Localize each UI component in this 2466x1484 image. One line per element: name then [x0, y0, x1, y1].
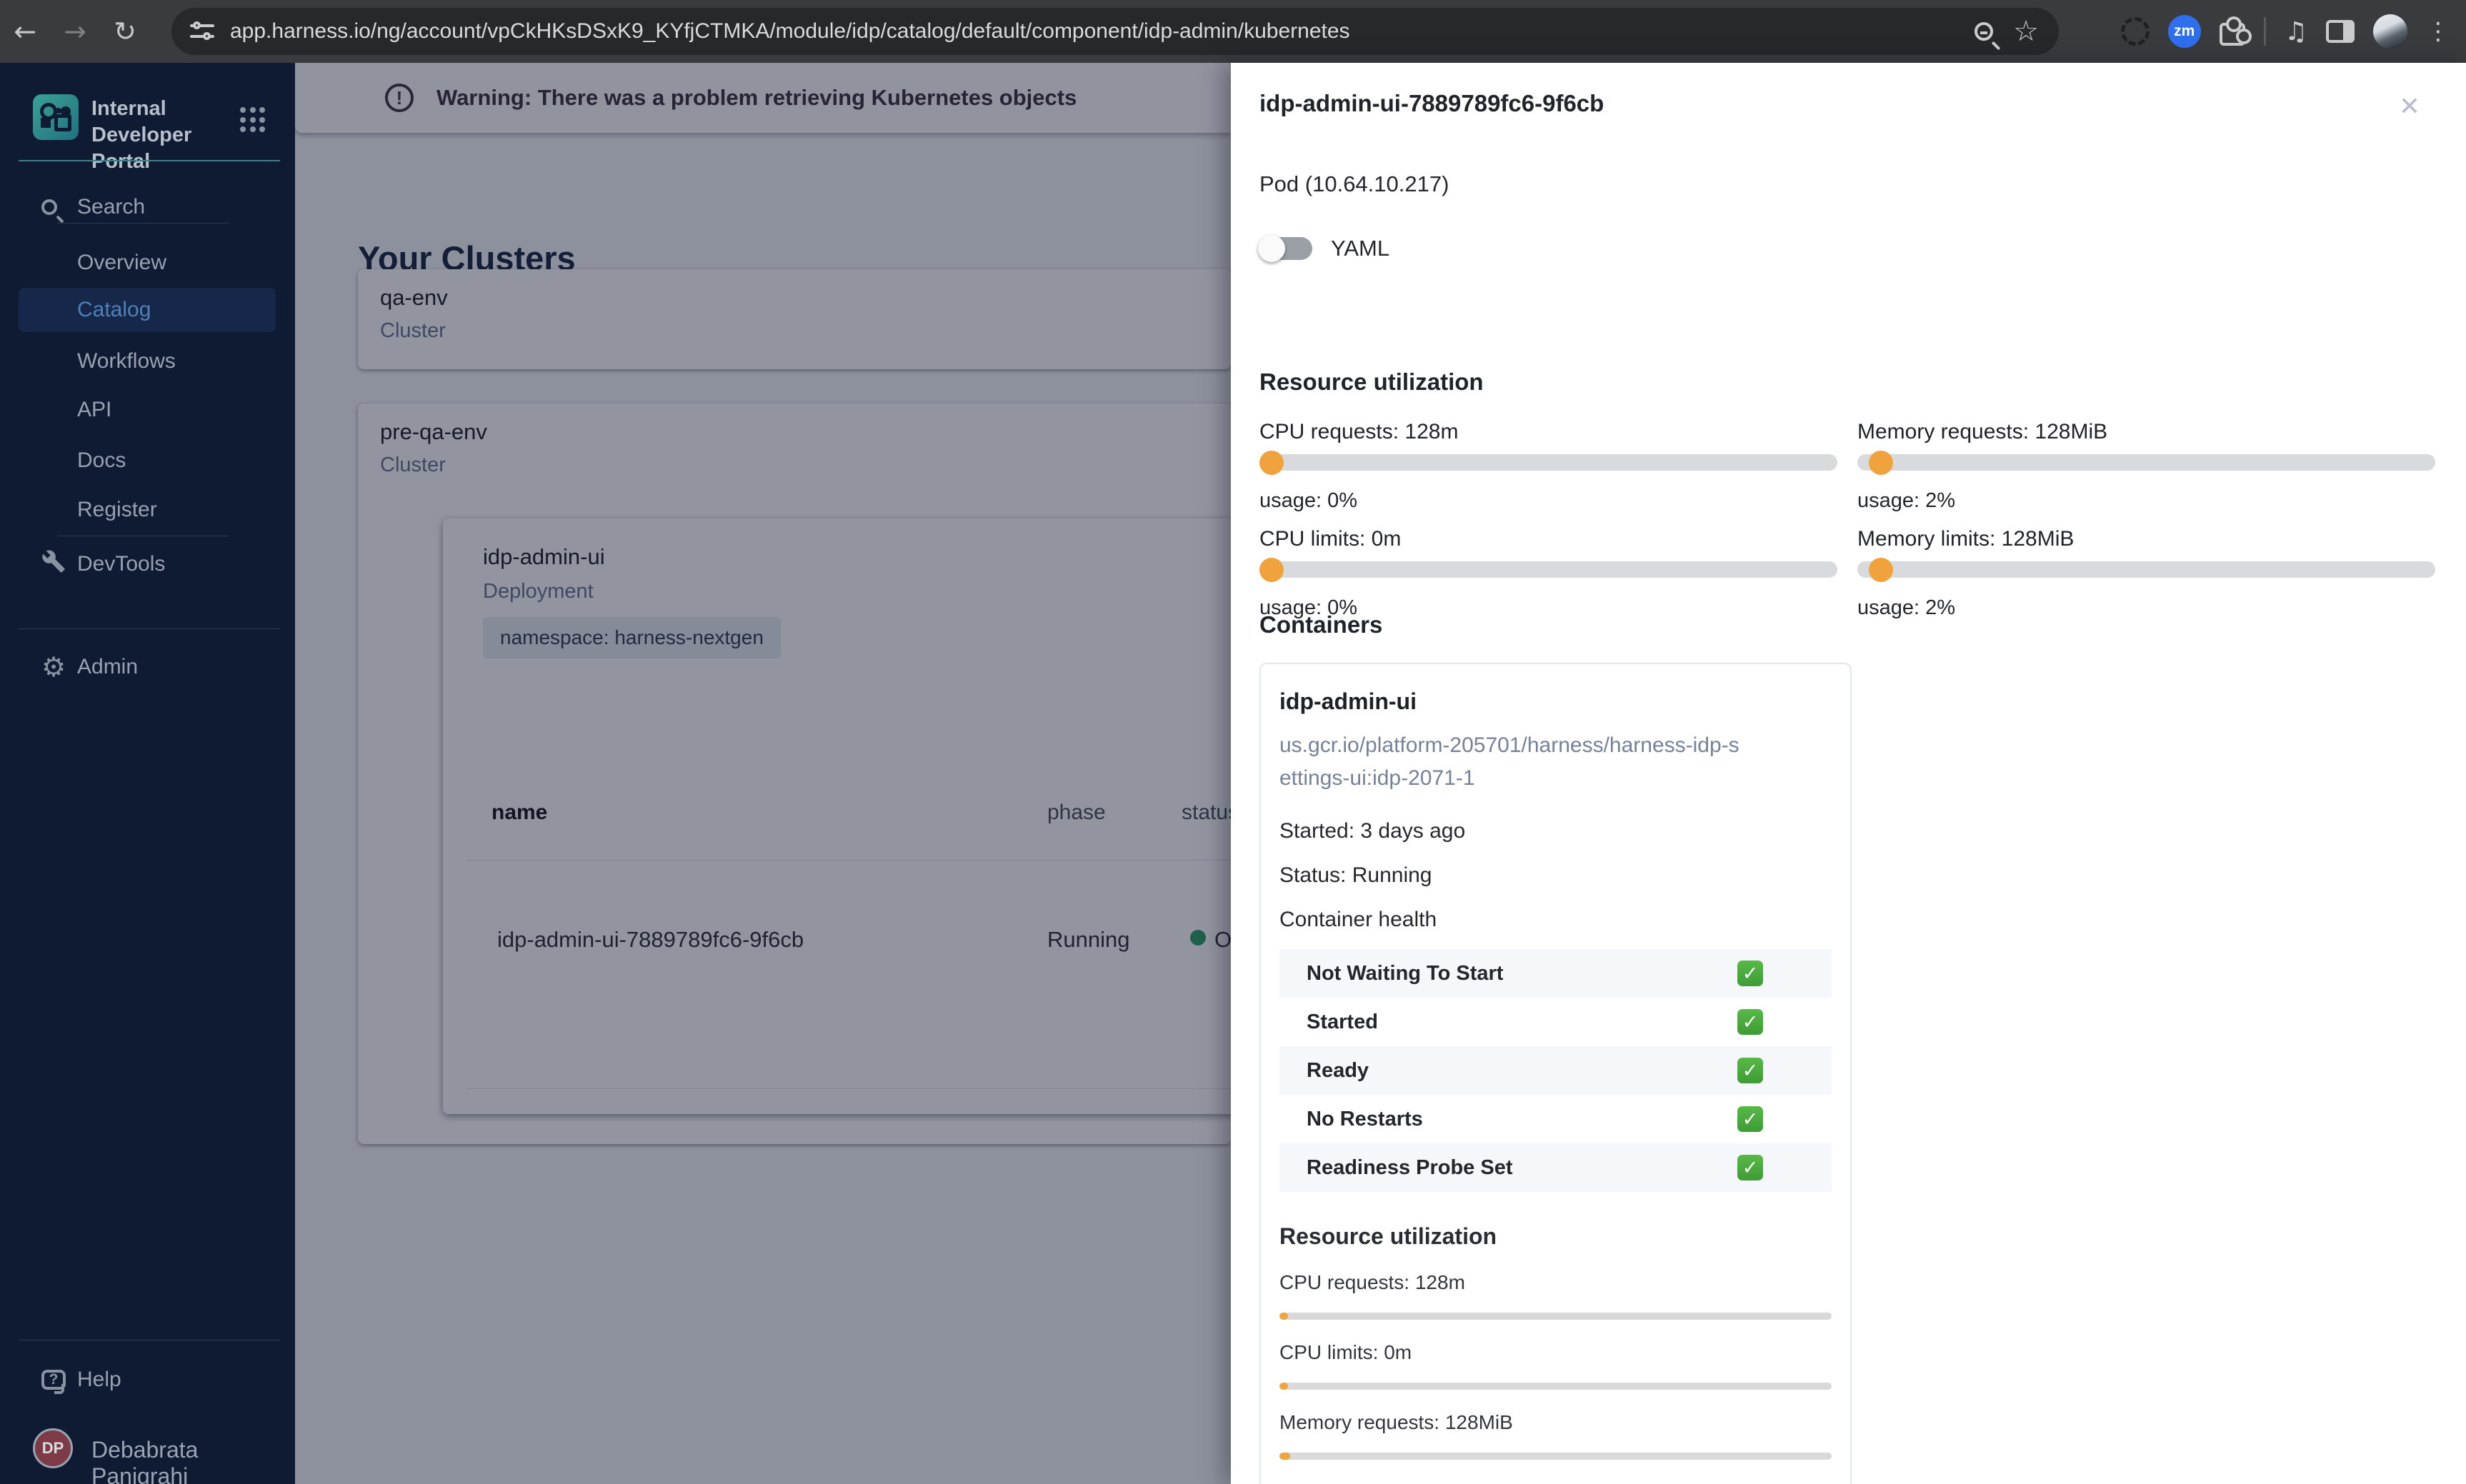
usage-bar-thin: [1279, 1383, 1832, 1390]
sidebar-item-overview[interactable]: Overview: [0, 243, 295, 283]
gear-icon: ⚙: [41, 651, 66, 683]
usage-bar: [1857, 450, 2435, 475]
sidebar-logo-title: Internal Developer Portal: [91, 97, 192, 173]
user-avatar[interactable]: DP: [33, 1428, 73, 1468]
container-resource-heading: Resource utilization: [1279, 1223, 1497, 1249]
container-health-heading: Container health: [1279, 908, 1437, 931]
resource-item-cpu-requests: CPU requests: 128m usage: 0%: [1259, 420, 1837, 513]
browser-actions: zm ♫ ⋮: [2120, 0, 2466, 63]
check-passed-icon: [1737, 1058, 1763, 1083]
close-icon[interactable]: ✕: [2399, 94, 2420, 120]
forward-icon[interactable]: →: [50, 16, 100, 47]
usage-bar-thin: [1279, 1313, 1832, 1320]
container-started: Started: 3 days ago: [1279, 819, 1466, 843]
url-bar[interactable]: app.harness.io/ng/account/vpCkHKsDSxK9_K…: [171, 8, 2059, 55]
usage-bar-knob: [1869, 450, 1894, 475]
container-resource-memory-limits: Memory limits: 128MiB: [1279, 1481, 1832, 1484]
health-check-row: No Restarts: [1279, 1095, 1832, 1143]
container-resource-cpu-requests: CPU requests: 128m: [1279, 1271, 1832, 1320]
usage-bar-fill: [1279, 1453, 1291, 1460]
container-health-checks: Not Waiting To Start Started Ready No Re…: [1279, 949, 1832, 1192]
usage-bar-fill: [1279, 1383, 1288, 1390]
idp-logo-icon: [33, 94, 79, 140]
health-check-row: Ready: [1279, 1046, 1832, 1095]
usage-bar-knob: [1259, 450, 1284, 475]
sidebar-item-workflows[interactable]: Workflows: [0, 341, 295, 381]
wrench-icon: [41, 549, 66, 579]
sidebar-divider: [19, 628, 280, 629]
yaml-toggle[interactable]: YAML: [1258, 235, 1390, 262]
sidebar-item-admin[interactable]: ⚙ Admin: [0, 647, 295, 687]
sidebar-accent-divider: [19, 160, 280, 161]
check-passed-icon: [1737, 961, 1763, 986]
usage-bar-knob: [1259, 557, 1284, 582]
zoom-extension-icon[interactable]: zm: [2167, 15, 2201, 48]
resource-utilization-heading: Resource utilization: [1259, 369, 1484, 395]
side-panel-icon[interactable]: [2326, 20, 2355, 43]
sidebar-item-catalog[interactable]: Catalog: [19, 288, 276, 332]
resource-utilization-grid: CPU requests: 128m usage: 0% Memory requ…: [1259, 420, 2435, 620]
check-passed-icon: [1737, 1009, 1763, 1035]
container-card: idp-admin-ui us.gcr.io/platform-205701/h…: [1259, 663, 1852, 1484]
usage-bar-fill: [1279, 1313, 1288, 1320]
usage-bar: [1259, 450, 1837, 475]
sidebar-item-help[interactable]: ? Help: [0, 1360, 295, 1400]
resource-item-cpu-limits: CPU limits: 0m usage: 0%: [1259, 527, 1837, 620]
extensions-puzzle-icon[interactable]: [2219, 16, 2252, 46]
sidebar-divider: [57, 223, 229, 224]
health-check-row: Started: [1279, 998, 1832, 1046]
health-check-row: Readiness Probe Set: [1279, 1143, 1832, 1192]
usage-bar: [1259, 557, 1837, 582]
search-icon: [41, 199, 57, 215]
spinner-extension-icon[interactable]: [2120, 17, 2150, 46]
resource-item-memory-requests: Memory requests: 128MiB usage: 2%: [1857, 420, 2435, 513]
menu-kebab-icon[interactable]: ⋮: [2426, 17, 2450, 46]
container-image: us.gcr.io/platform-205701/harness/harnes…: [1279, 733, 1739, 790]
refresh-icon[interactable]: ↻: [100, 16, 150, 47]
sidebar-item-register[interactable]: Register: [0, 490, 295, 530]
user-name: Debabrata Panigrahi: [91, 1437, 199, 1484]
toggle-knob: [1258, 235, 1285, 262]
container-status: Status: Running: [1279, 863, 1432, 887]
bookmark-star-icon[interactable]: ☆: [2013, 17, 2039, 46]
container-name: idp-admin-ui: [1279, 688, 1417, 714]
pod-subtitle: Pod (10.64.10.217): [1259, 171, 1449, 196]
search-in-page-icon[interactable]: [1975, 22, 1994, 41]
back-icon[interactable]: ←: [0, 16, 50, 47]
media-playlist-icon[interactable]: ♫: [2285, 17, 2307, 46]
usage-bar: [1857, 557, 2435, 582]
sidebar-item-api[interactable]: API: [0, 390, 295, 430]
toolbar-divider: [2263, 17, 2266, 46]
help-chat-icon: ?: [41, 1370, 66, 1394]
container-resource-memory-requests: Memory requests: 128MiB: [1279, 1411, 1832, 1460]
toggle-track[interactable]: [1258, 235, 1312, 262]
site-settings-icon[interactable]: [190, 19, 214, 44]
sidebar-item-devtools[interactable]: DevTools: [0, 544, 295, 584]
pod-title: idp-admin-ui-7889789fc6-9f6cb: [1259, 90, 1604, 116]
apps-grid-icon[interactable]: [240, 107, 266, 133]
check-passed-icon: [1737, 1155, 1763, 1180]
resource-item-memory-limits: Memory limits: 128MiB usage: 2%: [1857, 527, 2435, 620]
url-text[interactable]: app.harness.io/ng/account/vpCkHKsDSxK9_K…: [230, 19, 1975, 44]
check-passed-icon: [1737, 1106, 1763, 1132]
health-check-row: Not Waiting To Start: [1279, 949, 1832, 998]
usage-bar-thin: [1279, 1453, 1832, 1460]
drawer-backdrop[interactable]: [295, 63, 1231, 1484]
sidebar-item-docs[interactable]: Docs: [0, 441, 295, 481]
sidebar: Internal Developer Portal Search Overvie…: [0, 63, 295, 1484]
containers-heading: Containers: [1259, 611, 1383, 638]
container-resource-cpu-limits: CPU limits: 0m: [1279, 1341, 1832, 1390]
usage-bar-knob: [1869, 557, 1894, 582]
browser-toolbar: ← → ↻ app.harness.io/ng/account/vpCkHKsD…: [0, 0, 2466, 63]
sidebar-item-search[interactable]: Search: [0, 187, 295, 227]
app-root: ← → ↻ app.harness.io/ng/account/vpCkHKsD…: [0, 0, 2466, 1484]
browser-profile-avatar[interactable]: [2373, 14, 2407, 49]
pod-details-drawer: idp-admin-ui-7889789fc6-9f6cb ✕ Pod (10.…: [1231, 63, 2466, 1484]
yaml-toggle-label: YAML: [1331, 236, 1390, 261]
